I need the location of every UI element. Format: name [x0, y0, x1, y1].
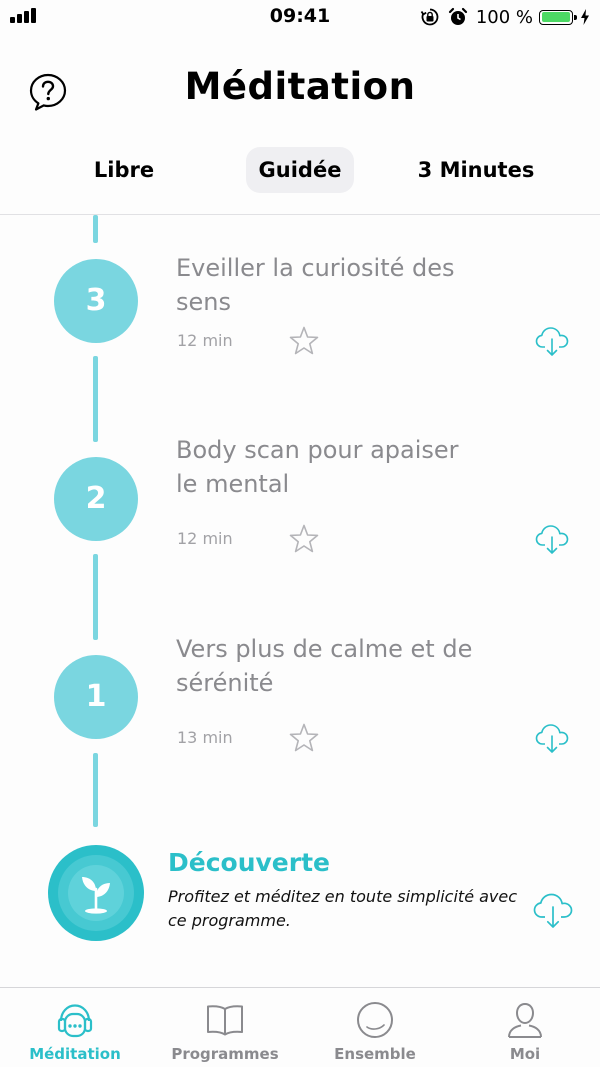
orientation-lock-icon	[420, 8, 439, 26]
tab-3-minutes[interactable]: 3 Minutes	[410, 147, 542, 193]
session-duration: 13 min	[177, 728, 233, 747]
status-indicators: 100 %	[420, 5, 590, 29]
status-bar: 09:41 100 %	[0, 0, 600, 34]
tab-libre[interactable]: Libre	[64, 147, 184, 193]
timeline-line	[93, 753, 98, 827]
tabbar-label: Méditation	[29, 1045, 121, 1063]
download-cloud-icon[interactable]	[532, 890, 574, 930]
session-title: Body scan pour apaiser le mental	[176, 436, 459, 498]
session-number-badge: 1	[54, 655, 138, 739]
tabbar-item-ensemble[interactable]: Ensemble	[300, 988, 450, 1067]
program-description: Profitez et méditez en toute simplicité …	[168, 887, 518, 930]
session-duration: 12 min	[177, 529, 233, 548]
page-title: Méditation	[184, 65, 416, 108]
charging-bolt-icon	[581, 9, 589, 25]
meditation-screen: 09:41 100 % Méditation Libre Guidée 3 Mi…	[0, 0, 600, 1067]
circle-icon	[357, 1002, 393, 1038]
battery-level	[541, 12, 570, 22]
bottom-tab-bar: Méditation Programmes Ensemble Moi	[0, 987, 600, 1067]
person-icon	[508, 1002, 542, 1038]
download-cloud-icon[interactable]	[534, 322, 570, 358]
program-title: Découverte	[168, 848, 330, 877]
tabbar-label: Programmes	[171, 1045, 279, 1063]
tabbar-label: Moi	[509, 1045, 541, 1063]
star-icon[interactable]	[288, 523, 320, 555]
battery-icon	[539, 9, 577, 25]
tabbar-item-programmes[interactable]: Programmes	[150, 988, 300, 1067]
headphones-face-icon	[57, 1004, 93, 1038]
session-number-badge: 3	[54, 259, 138, 343]
tabbar-label: Ensemble	[334, 1045, 416, 1063]
star-icon[interactable]	[288, 722, 320, 754]
session-title: Vers plus de calme et de sérénité	[176, 635, 473, 697]
segmented-tabs: Libre Guidée 3 Minutes	[0, 147, 600, 195]
download-cloud-icon[interactable]	[534, 520, 570, 556]
download-cloud-icon[interactable]	[534, 719, 570, 755]
session-title: Eveiller la curiosité des sens	[176, 254, 455, 316]
session-duration: 12 min	[177, 331, 233, 350]
book-icon	[207, 1005, 243, 1036]
timeline-line	[93, 356, 98, 442]
tab-guidee[interactable]: Guidée	[246, 147, 354, 193]
session-number-badge: 2	[54, 457, 138, 541]
star-icon[interactable]	[288, 325, 320, 357]
sprout-icon	[82, 877, 110, 914]
timeline-line	[93, 554, 98, 640]
program-badge	[48, 845, 144, 941]
tabbar-item-moi[interactable]: Moi	[450, 988, 600, 1067]
alarm-icon	[448, 7, 467, 25]
battery-percent: 100 %	[475, 6, 533, 28]
tabbar-item-meditation[interactable]: Méditation	[0, 988, 150, 1067]
header-divider	[0, 214, 600, 215]
timeline-line	[93, 215, 98, 243]
